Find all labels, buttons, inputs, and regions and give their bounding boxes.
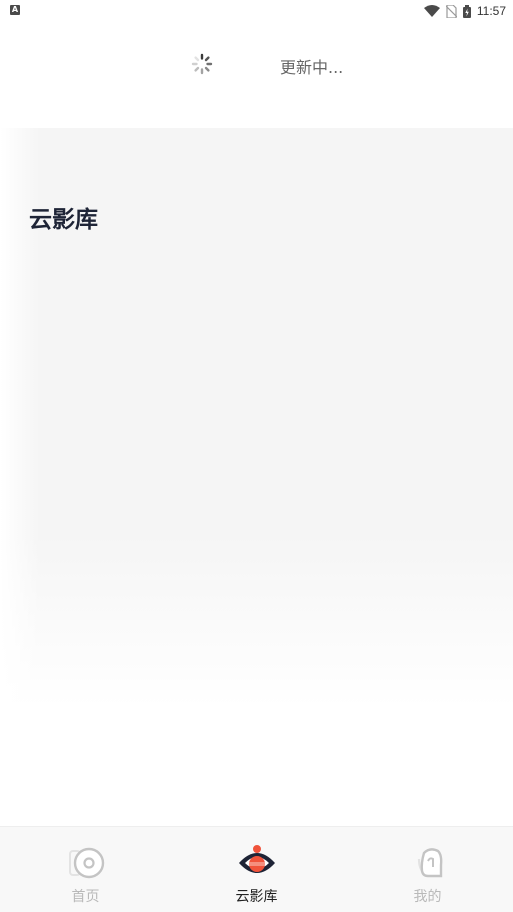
profile-icon	[417, 848, 442, 878]
refresh-header: 更新中...	[0, 40, 513, 90]
status-time: 11:57	[476, 4, 506, 18]
status-bar: A 11:57	[0, 0, 513, 22]
tab-home-label: 首页	[71, 889, 100, 905]
wifi-icon	[423, 5, 440, 17]
eye-library-icon	[238, 845, 275, 873]
app-screen: A 11:57 更新中... 云影库 首页 云影库 我的	[0, 0, 513, 912]
tab-home[interactable]: 首页	[0, 827, 171, 912]
notification-app-icon: A	[10, 5, 20, 15]
home-disc-icon	[68, 847, 104, 879]
bottom-navigation: 首页 云影库 我的	[0, 826, 513, 912]
tab-cloud-library-label: 云影库	[235, 889, 278, 905]
status-icons: 11:57	[423, 3, 506, 19]
loading-spinner-icon	[191, 53, 213, 75]
page-title: 云影库	[29, 207, 98, 233]
tab-mine[interactable]: 我的	[342, 827, 513, 912]
no-sim-icon	[445, 4, 457, 18]
tab-cloud-library[interactable]: 云影库	[171, 827, 342, 912]
battery-charging-icon	[462, 4, 471, 18]
tab-mine-label: 我的	[413, 889, 442, 905]
refresh-status-text: 更新中...	[280, 58, 344, 77]
